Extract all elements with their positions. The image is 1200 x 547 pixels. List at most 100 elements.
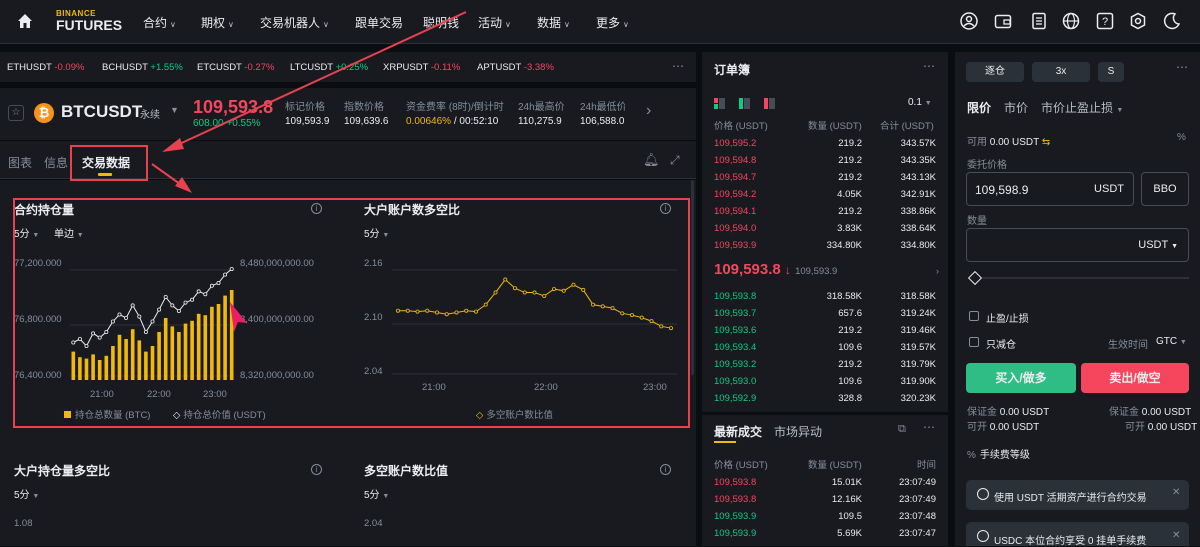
tab-chart[interactable]: 图表	[8, 154, 32, 171]
tick-size-select[interactable]: 0.1 ▼	[908, 97, 932, 108]
chevron-right-icon[interactable]: ›	[936, 266, 939, 276]
margin-mode-button[interactable]: 逐仓	[966, 62, 1024, 82]
nav-trading-bots[interactable]: 交易机器人 ∨	[260, 14, 329, 31]
promo-banner[interactable]: 使用 USDT 活期资产进行合约交易 ✕	[966, 480, 1189, 510]
bell-icon[interactable]: 🔔︎	[643, 152, 660, 168]
nav-smart-money[interactable]: 聪明钱	[423, 14, 459, 31]
ticker-item[interactable]: ETCUSDT -0.27%	[197, 62, 274, 73]
bid-row[interactable]: 109,592.9 328.8 320.23K	[702, 390, 948, 407]
ticker-item[interactable]: LTCUSDT +0.25%	[290, 62, 368, 73]
ask-row[interactable]: 109,594.1 219.2 338.86K	[702, 203, 948, 220]
time-cell: 23:07:48	[899, 511, 936, 522]
nav-data[interactable]: 数据 ∨	[537, 14, 570, 31]
bbo-button[interactable]: BBO	[1141, 172, 1189, 206]
close-icon[interactable]: ✕	[1172, 530, 1180, 541]
promo-banner[interactable]: USDC 本位合约享受 0 挂单手续费 ✕	[966, 522, 1189, 547]
ticker-item[interactable]: XRPUSDT -0.11%	[383, 62, 460, 73]
slider-handle[interactable]	[967, 270, 983, 286]
close-icon[interactable]: ✕	[1172, 487, 1180, 498]
ask-row[interactable]: 109,594.7 219.2 343.13K	[702, 169, 948, 186]
favorite-star-icon[interactable]: ☆	[8, 105, 24, 121]
total-cell: 334.80K	[900, 240, 936, 251]
expand-icon[interactable]: ⤢	[670, 153, 680, 168]
interval-select[interactable]: 5分 ▼	[14, 486, 39, 501]
leverage-button[interactable]: 3x	[1032, 62, 1090, 82]
tab-recent-trades[interactable]: 最新成交	[714, 423, 762, 440]
quantity-input[interactable]: USDT ▼	[966, 228, 1189, 262]
symbol-name[interactable]: BTCUSDT	[61, 102, 142, 122]
ask-row[interactable]: 109,595.2 219.2 343.57K	[702, 135, 948, 152]
price-input[interactable]: 109,598.9 USDT	[966, 172, 1134, 206]
tab-info[interactable]: 信息	[44, 154, 68, 171]
stat-value: 110,275.9	[518, 116, 562, 127]
ticker-item[interactable]: APTUSDT -3.38%	[477, 62, 554, 73]
ticker-item[interactable]: BCHUSDT +1.55%	[102, 62, 183, 73]
ask-row[interactable]: 109,594.0 3.83K 338.64K	[702, 220, 948, 237]
bid-row[interactable]: 109,593.7 657.6 319.24K	[702, 305, 948, 322]
help-icon[interactable]: ?	[1096, 12, 1114, 33]
asset-mode-button[interactable]: S	[1098, 62, 1124, 82]
price-cell: 109,593.9	[714, 240, 757, 251]
card-title: 大户持仓量多空比	[14, 464, 111, 478]
ask-row[interactable]: 109,594.8 219.2 343.35K	[702, 152, 948, 169]
col-header: 数量 (USDT)	[808, 460, 862, 471]
funding-rate: 0.00646% / 00:52:10	[406, 116, 499, 127]
more-dots-icon[interactable]: ⋯	[923, 59, 935, 73]
orders-icon[interactable]	[1030, 12, 1048, 33]
card-title: 多空账户数比值	[364, 464, 449, 478]
bid-row[interactable]: 109,593.8 318.58K 318.58K	[702, 288, 948, 305]
profile-icon[interactable]	[960, 12, 978, 33]
scrollbar[interactable]	[691, 180, 694, 375]
buy-long-button[interactable]: 买入/做多	[966, 363, 1076, 393]
amount-cell: 109.6	[838, 342, 862, 353]
tab-market-movers[interactable]: 市场异动	[774, 423, 822, 440]
tif-select[interactable]: GTC ▼	[1156, 336, 1187, 347]
nav-options[interactable]: 期权 ∨	[201, 14, 234, 31]
binance-futures-logo[interactable]: BINANCE FUTURES	[56, 9, 122, 33]
margin-sell: 保证金 0.00 USDT	[1109, 407, 1192, 418]
info-icon[interactable]: i	[311, 464, 322, 475]
popout-icon[interactable]: ⧉	[898, 423, 906, 436]
info-icon[interactable]: i	[660, 464, 671, 475]
more-dots-icon[interactable]: ⋯	[923, 420, 935, 434]
quantity-unit-select[interactable]: USDT ▼	[1138, 239, 1178, 251]
bid-row[interactable]: 109,593.6 219.2 319.46K	[702, 322, 948, 339]
layout-asks-icon[interactable]	[764, 98, 775, 112]
tpsl-checkbox[interactable]	[969, 311, 979, 321]
order-type-limit[interactable]: 限价	[967, 99, 991, 116]
home-icon[interactable]	[16, 12, 34, 30]
more-dots-icon[interactable]: ⋯	[672, 59, 684, 73]
interval-select[interactable]: 5分 ▼	[364, 486, 389, 501]
bid-row[interactable]: 109,593.2 219.2 319.79K	[702, 356, 948, 373]
orderbook-title: 订单簿	[714, 63, 751, 77]
order-type-market[interactable]: 市价	[1004, 99, 1028, 116]
nav-contracts[interactable]: 合约 ∨	[143, 14, 176, 31]
ask-row[interactable]: 109,593.9 334.80K 334.80K	[702, 237, 948, 254]
reduce-only-checkbox[interactable]	[969, 337, 979, 347]
percent-icon[interactable]: %	[1177, 132, 1186, 143]
settings-icon[interactable]	[1129, 12, 1147, 33]
bid-row[interactable]: 109,593.0 109.6 319.90K	[702, 373, 948, 390]
quantity-slider[interactable]	[969, 277, 1189, 279]
price-cell: 109,593.9	[714, 511, 757, 522]
sell-short-button[interactable]: 卖出/做空	[1081, 363, 1189, 393]
col-header: 价格 (USDT)	[714, 121, 768, 132]
more-dots-icon[interactable]: ⋯	[1176, 60, 1188, 74]
nav-activities[interactable]: 活动 ∨	[478, 14, 511, 31]
amount-cell: 15.01K	[831, 477, 862, 488]
globe-icon[interactable]	[1062, 12, 1080, 33]
layout-bids-icon[interactable]	[739, 98, 750, 112]
bid-row[interactable]: 109,593.4 109.6 319.57K	[702, 339, 948, 356]
ask-row[interactable]: 109,594.2 4.05K 342.91K	[702, 186, 948, 203]
layout-both-icon[interactable]	[714, 98, 725, 112]
fee-tier-link[interactable]: % 手续费等级	[967, 446, 1030, 461]
wallet-icon[interactable]	[994, 12, 1012, 33]
symbol-dropdown-icon[interactable]: ▼	[170, 105, 179, 115]
order-type-stop-market[interactable]: 市价止盈止损 ▼	[1041, 99, 1123, 116]
total-cell: 343.35K	[900, 155, 936, 166]
chevron-right-icon[interactable]: ›	[646, 102, 651, 120]
nav-copy-trading[interactable]: 跟单交易	[355, 14, 403, 31]
nav-more[interactable]: 更多 ∨	[596, 14, 629, 31]
ticker-item[interactable]: ETHUSDT -0.09%	[7, 62, 84, 73]
theme-moon-icon[interactable]	[1163, 12, 1181, 33]
